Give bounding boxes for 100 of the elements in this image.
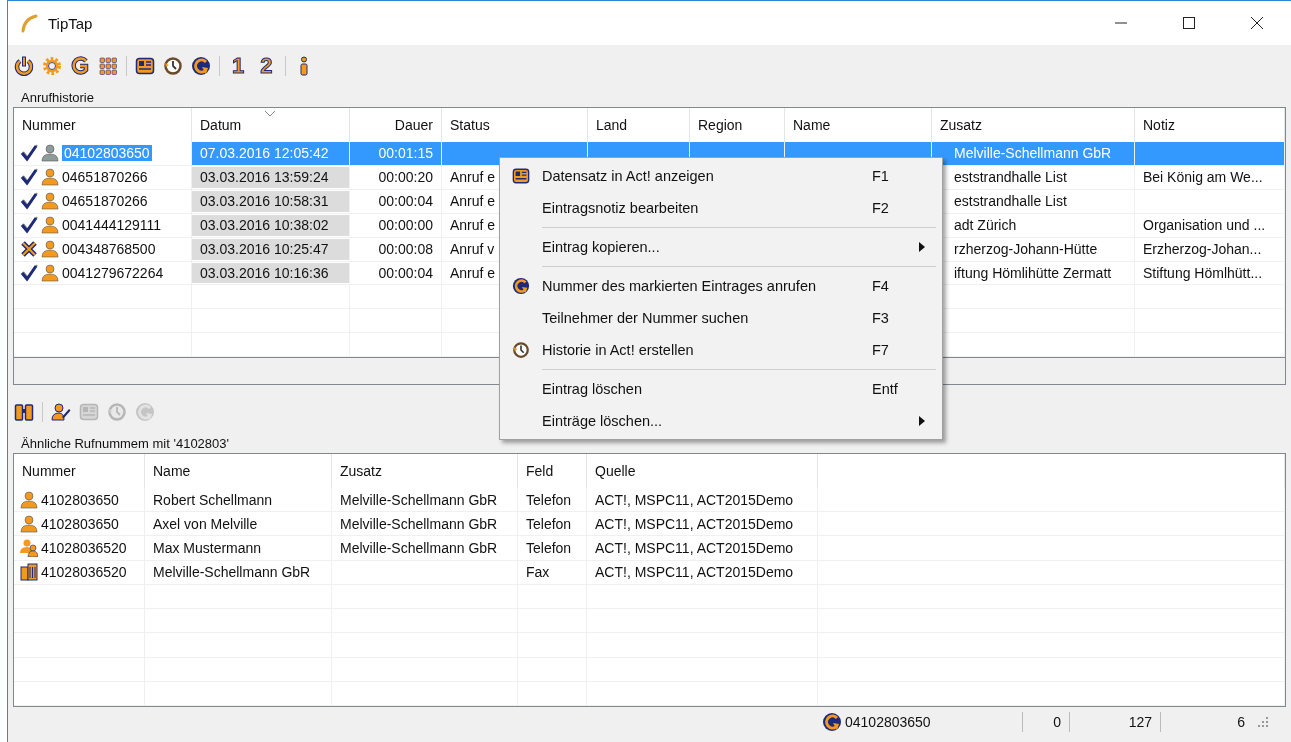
column-header[interactable]: Zusatz [332, 454, 518, 488]
table-cell: 03.03.2016 10:25:47 [200, 241, 329, 258]
call-icon[interactable] [191, 56, 211, 76]
menu-item[interactable]: Nummer des markierten Eintrages anrufen F4 [500, 270, 942, 302]
table-cell: ACT!, MSPC11, ACT2015Demo [595, 515, 794, 532]
power-icon[interactable] [14, 56, 34, 76]
table-cell: 00:01:15 [378, 145, 433, 162]
status-number: 04102803650 [845, 714, 931, 730]
table-cell: 0041279672264 [62, 265, 164, 281]
person-pencil-icon[interactable] [51, 402, 71, 422]
table-cell: Robert Schellmann [153, 491, 273, 508]
table-cell: 00:00:08 [378, 241, 433, 258]
table-cell: Erzherzog-Johan... [1143, 241, 1262, 258]
contact-card-icon[interactable] [135, 56, 155, 76]
window-title: TipTap [48, 14, 94, 32]
table-cell: 00:00:04 [378, 193, 433, 210]
table-cell: 00:00:00 [378, 217, 433, 234]
person-icon [41, 144, 59, 163]
table-cell: Melville-Schellmann GbR [954, 145, 1112, 162]
table-cell: Bei König am We... [1143, 169, 1263, 186]
table-cell: 4102803650 [41, 515, 119, 532]
call-icon[interactable] [512, 277, 530, 295]
table-cell: Telefon [526, 491, 572, 508]
menu-item[interactable]: Eintrag löschen Entf [500, 373, 942, 405]
table-cell: 07.03.2016 12:05:42 [200, 145, 329, 162]
table-cell: 4102803650 [41, 491, 119, 508]
handset-logo-icon [20, 13, 40, 33]
table-cell: ACT!, MSPC11, ACT2015Demo [595, 564, 794, 581]
checkmark-icon [20, 168, 38, 187]
table-cell: iftung Hömlihütte Zermatt [954, 265, 1112, 281]
maximize-icon [1182, 16, 1196, 30]
table-cell: 004348768500 [62, 241, 156, 258]
table-cell: Anruf e [450, 193, 496, 210]
menu-item[interactable]: Teilnehmer der Nummer suchen F3 [500, 302, 942, 334]
column-header[interactable]: Quelle [587, 454, 818, 488]
person-icon [20, 490, 38, 509]
building-icon [20, 563, 38, 582]
person-icon [41, 216, 59, 235]
table-cell: Max Mustermann [153, 540, 262, 557]
table-cell: Anruf e [450, 217, 496, 234]
person-icon [20, 514, 38, 533]
number-button[interactable]: 1 [228, 55, 249, 77]
close-icon [1250, 16, 1264, 30]
group-label: Anrufhistorie [21, 90, 94, 105]
contact-card-icon[interactable] [512, 167, 530, 185]
two-persons-icon [20, 539, 38, 558]
table-cell: 41028036520 [41, 564, 127, 581]
table-cell: Melville-Schellmann GbR [340, 491, 498, 508]
table-cell: Anruf v [450, 241, 495, 258]
table-cell: adt Zürich [954, 217, 1017, 234]
table-cell: Telefon [526, 515, 572, 532]
person-icon [41, 168, 59, 187]
menu-item[interactable]: Historie in Act! erstellen F7 [500, 334, 942, 366]
redial-arrow-icon[interactable] [70, 56, 90, 76]
binoculars-icon[interactable] [14, 402, 34, 422]
clock-history-icon[interactable] [163, 56, 183, 76]
table-cell: Melville-Schellmann GbR [340, 515, 498, 532]
column-header[interactable]: Feld [518, 454, 587, 488]
menu-item[interactable]: Eintragsnotiz bearbeiten F2 [500, 192, 942, 224]
table-cell: 0041444129111 [62, 217, 162, 234]
table-cell: Anruf e [450, 169, 496, 186]
column-header[interactable]: Nummer [14, 454, 145, 488]
table-cell: 41028036520 [41, 540, 127, 557]
table-cell: 00:00:20 [378, 169, 433, 186]
checkmark-icon [20, 216, 38, 235]
cross-icon [20, 240, 38, 259]
checkmark-icon [20, 192, 38, 211]
table-cell: 03.03.2016 10:58:31 [200, 193, 329, 210]
table-cell: 04651870266 [62, 169, 148, 186]
person-icon [41, 192, 59, 211]
settings-icon[interactable] [42, 56, 62, 76]
table-cell: Axel von Melville [153, 515, 258, 532]
table-cell: Melville-Schellmann GbR [153, 564, 311, 581]
clock-history-icon[interactable] [512, 341, 530, 359]
table-cell: 04102803650 [62, 145, 152, 162]
table-cell: 04651870266 [62, 193, 148, 210]
table-cell: Fax [526, 564, 550, 581]
table-cell: 03.03.2016 10:16:36 [200, 265, 329, 281]
table-cell: Stiftung Hömlhütt... [1143, 265, 1263, 281]
table-cell: eststrandhalle List [954, 193, 1067, 210]
status-count: 127 [1128, 714, 1152, 730]
column-header[interactable]: Name [145, 454, 332, 488]
resize-grip-icon [1257, 716, 1269, 728]
menu-item[interactable]: Einträge löschen... [500, 405, 942, 437]
menu-item[interactable]: Eintrag kopieren... [500, 231, 942, 263]
checkmark-icon [20, 144, 38, 163]
person-icon [41, 264, 59, 282]
table-cell: Organisation und ... [1143, 217, 1266, 234]
table-cell: 00:00:04 [378, 265, 433, 281]
table-cell: eststrandhalle List [954, 169, 1067, 186]
table-cell: Anruf e [450, 265, 496, 281]
table-cell: rzherzog-Johann-Hütte [954, 241, 1098, 258]
call-icon[interactable] [822, 712, 842, 732]
table-cell: Melville-Schellmann GbR [340, 540, 498, 557]
group-label: Ähnliche Rufnummem mit '4102803' [21, 436, 229, 451]
table-cell: 03.03.2016 13:59:24 [200, 169, 329, 186]
person-icon [41, 240, 59, 259]
table-cell: 03.03.2016 10:38:02 [200, 217, 329, 234]
keypad-icon[interactable] [98, 56, 118, 76]
table-cell: Telefon [526, 540, 572, 557]
